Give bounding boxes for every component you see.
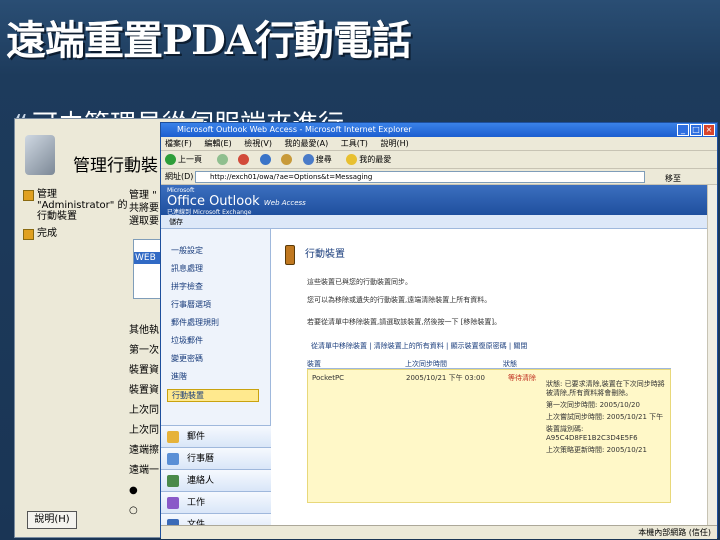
- forward-arrow-icon: [216, 154, 228, 165]
- search-icon: [302, 154, 314, 165]
- window-controls: _ □ ×: [677, 124, 715, 136]
- menu-file[interactable]: 檔案(F): [165, 139, 192, 148]
- nav-contacts-button[interactable]: 連絡人: [161, 469, 271, 491]
- nav-change-password[interactable]: 變更密碼: [171, 353, 203, 364]
- col-device[interactable]: 裝置: [307, 359, 321, 369]
- nav-mail-button[interactable]: 郵件: [161, 425, 271, 447]
- menu-tools[interactable]: 工具(T): [341, 139, 368, 148]
- address-label: 網址(D): [165, 172, 194, 181]
- owa-header: Microsoft Office Outlook Web Access 已連線到…: [161, 185, 717, 216]
- dialog-title: 管理行動裝: [73, 156, 158, 176]
- table-row[interactable]: PocketPC 2005/10/21 下午 03:00 等待清除 狀態: 已要…: [307, 369, 671, 503]
- security-zone: 本機內部網路 (信任): [638, 528, 711, 537]
- star-icon: [346, 154, 358, 165]
- menu-view[interactable]: 檢視(V): [244, 139, 272, 148]
- mobile-device-icon: [285, 245, 295, 265]
- col-last-sync[interactable]: 上次同步時間: [405, 359, 447, 369]
- pane-title: 行動裝置: [305, 249, 345, 260]
- nav-junk-mail[interactable]: 垃圾郵件: [171, 335, 203, 346]
- maximize-icon[interactable]: □: [690, 124, 702, 136]
- slide-title: 遠端重置PDA行動電話: [6, 17, 412, 64]
- nav-general[interactable]: 一般設定: [171, 245, 203, 256]
- calendar-icon: [167, 453, 179, 465]
- pane-description: 若要從清單中移除裝置,請選取該裝置,然後按一下 [移除裝置]。: [307, 318, 502, 326]
- owa-logo: Microsoft Office Outlook Web Access 已連線到…: [167, 187, 306, 216]
- menu-favorites[interactable]: 我的最愛(A): [285, 139, 329, 148]
- back-arrow-icon: [165, 154, 176, 165]
- back-button[interactable]: 上一頁: [165, 154, 208, 165]
- nav-messaging[interactable]: 訊息處理: [171, 263, 203, 274]
- mail-icon: [167, 431, 179, 443]
- device-name: PocketPC: [312, 374, 345, 382]
- forward-button[interactable]: [216, 154, 230, 165]
- home-icon: [281, 154, 293, 165]
- radio-button[interactable]: ○: [129, 501, 159, 521]
- dialog-description: 管理 " 共將要 選取要: [129, 190, 159, 227]
- home-button[interactable]: [281, 154, 294, 165]
- nav-advanced[interactable]: 進階: [171, 371, 187, 382]
- refresh-icon: [259, 154, 271, 165]
- devices-table-header: 裝置 上次同步時間 狀態: [307, 359, 671, 369]
- device-property-labels: 其他執 第一次 裝置資 裝置資 上次同 上次同 遠端擦 遠端一 ● ○: [129, 321, 159, 521]
- vertical-scrollbar[interactable]: [707, 185, 717, 525]
- menu-bar: 檔案(F) 編輯(E) 檢視(V) 我的最愛(A) 工具(T) 說明(H): [161, 137, 717, 151]
- save-button[interactable]: 儲存: [169, 218, 183, 226]
- nav-calendar-options[interactable]: 行事曆選項: [171, 299, 211, 310]
- pane-description: 您可以為移除或遺失的行動裝置,遠端清除裝置上所有資料。: [307, 296, 492, 304]
- address-bar: 網址(D) http://exch01/owa/?ae=Options&t=Me…: [161, 169, 717, 185]
- wizard-step[interactable]: 完成: [21, 228, 131, 240]
- nav-tasks-button[interactable]: 工作: [161, 491, 271, 513]
- device-details: 狀態: 已要求清除,裝置在下次同步時將被清除,所有資料將會刪除。 第一次同步時間…: [546, 380, 665, 454]
- tasks-icon: [167, 497, 179, 509]
- nav-spelling[interactable]: 拼字檢查: [171, 281, 203, 292]
- refresh-button[interactable]: [259, 154, 273, 165]
- wizard-steps: 管理 "Administrator" 的行動裝置 完成: [21, 189, 131, 245]
- status-bar: 本機內部網路 (信任): [161, 525, 717, 539]
- search-button[interactable]: 搜尋: [302, 154, 338, 165]
- help-button[interactable]: 說明(H): [27, 511, 77, 529]
- col-status[interactable]: 狀態: [503, 359, 517, 369]
- menu-edit[interactable]: 編輯(E): [204, 139, 231, 148]
- browser-window: Microsoft Outlook Web Access - Microsoft…: [160, 122, 718, 539]
- device-actions[interactable]: 從清單中移除裝置 | 清除裝置上的所有資料 | 顯示裝置復原密碼 | 關閉: [311, 341, 527, 351]
- nav-calendar-button[interactable]: 行事曆: [161, 447, 271, 469]
- pda-icon: [25, 135, 55, 175]
- browser-titlebar: Microsoft Outlook Web Access - Microsoft…: [161, 123, 717, 137]
- browser-toolbar: 上一頁 搜尋 我的最愛: [161, 151, 717, 169]
- nav-rules[interactable]: 郵件處理規則: [171, 317, 219, 328]
- nav-mobile-devices[interactable]: 行動裝置: [167, 389, 259, 402]
- browser-title: Microsoft Outlook Web Access - Microsoft…: [177, 125, 412, 134]
- favorites-button[interactable]: 我的最愛: [346, 154, 397, 165]
- address-input[interactable]: http://exch01/owa/?ae=Options&t=Messagin…: [195, 171, 645, 183]
- last-sync-time: 2005/10/21 下午 03:00: [406, 374, 485, 382]
- wizard-step[interactable]: 管理 "Administrator" 的行動裝置: [21, 189, 131, 222]
- stop-icon: [238, 154, 250, 165]
- radio-button[interactable]: ●: [129, 481, 159, 501]
- mobile-devices-pane: 行動裝置 這些裝置已與您的行動裝置同步。 您可以為移除或遺失的行動裝置,遠端清除…: [273, 229, 717, 535]
- owa-toolbar: 儲存: [161, 215, 717, 229]
- pane-description: 這些裝置已與您的行動裝置同步。: [307, 278, 412, 286]
- stop-button[interactable]: [238, 154, 251, 165]
- menu-help[interactable]: 說明(H): [380, 139, 408, 148]
- options-navigation: 一般設定 訊息處理 拼字檢查 行事曆選項 郵件處理規則 垃圾郵件 變更密碼 進階…: [161, 229, 271, 535]
- minimize-icon[interactable]: _: [677, 124, 689, 136]
- status-badge: 等待清除: [508, 374, 536, 382]
- close-icon[interactable]: ×: [703, 124, 715, 136]
- contacts-icon: [167, 475, 179, 487]
